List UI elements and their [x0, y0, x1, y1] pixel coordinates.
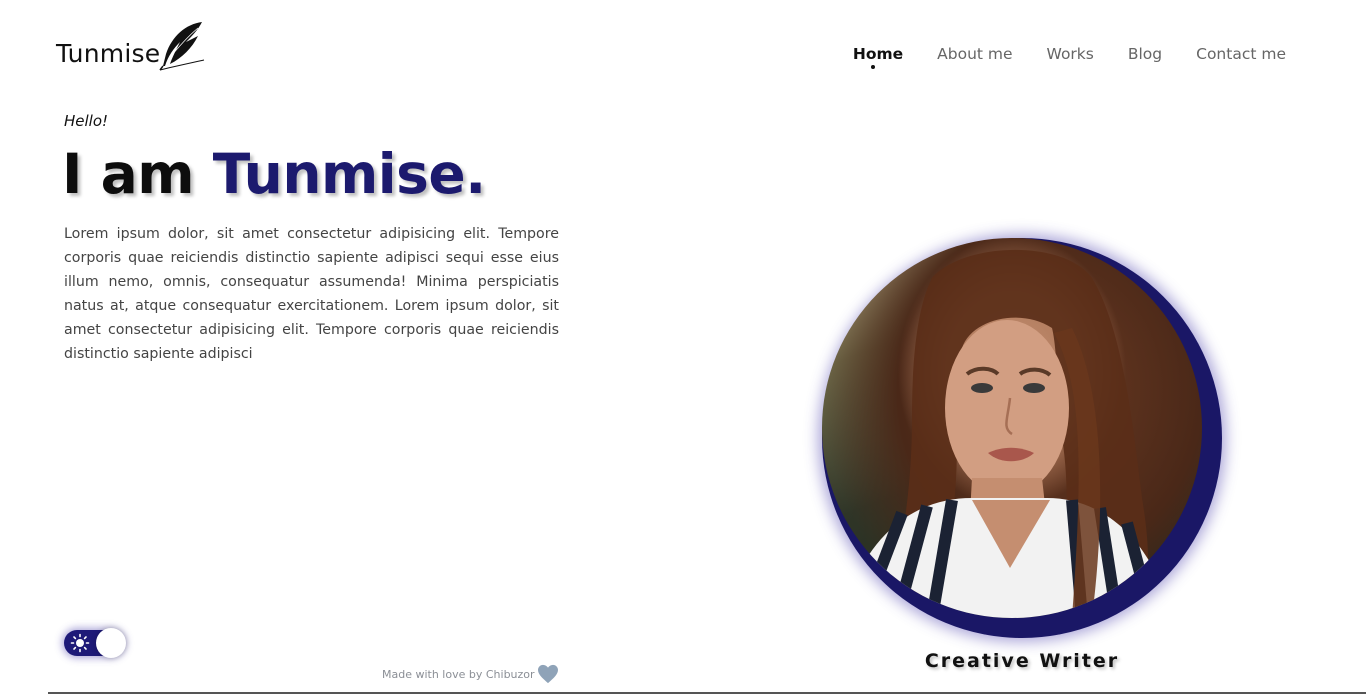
- brand-name: Tunmise: [56, 39, 161, 68]
- nav-about-me[interactable]: About me: [937, 44, 1012, 64]
- quill-icon: [159, 22, 205, 71]
- headline: I am Tunmise.: [62, 142, 486, 206]
- footer: Made with love by Chibuzor: [382, 664, 559, 684]
- nav-contact-me[interactable]: Contact me: [1196, 44, 1286, 64]
- portrait-frame: [822, 238, 1222, 638]
- main-nav: Home About me Works Blog Contact me: [853, 44, 1286, 69]
- sun-icon: [70, 633, 90, 653]
- portrait-caption: Creative Writer: [924, 650, 1120, 672]
- footer-text: Made with love by Chibuzor: [382, 667, 535, 681]
- intro-paragraph: Lorem ipsum dolor, sit amet consectetur …: [64, 226, 559, 362]
- nav-works[interactable]: Works: [1047, 44, 1094, 64]
- headline-name: Tunmise.: [212, 142, 486, 206]
- theme-toggle[interactable]: [64, 628, 126, 658]
- brand-logo[interactable]: Tunmise: [56, 20, 206, 72]
- headline-prefix: I am: [62, 142, 195, 206]
- portrait-photo: [822, 238, 1202, 618]
- nav-home[interactable]: Home: [853, 44, 903, 69]
- page: Tunmise Home About me Works Blog Contact…: [0, 0, 1366, 696]
- nav-blog[interactable]: Blog: [1128, 44, 1162, 64]
- heart-icon: [537, 664, 558, 684]
- greeting: Hello!: [64, 112, 109, 130]
- bottom-divider: [48, 692, 1366, 694]
- toggle-knob[interactable]: [96, 628, 126, 658]
